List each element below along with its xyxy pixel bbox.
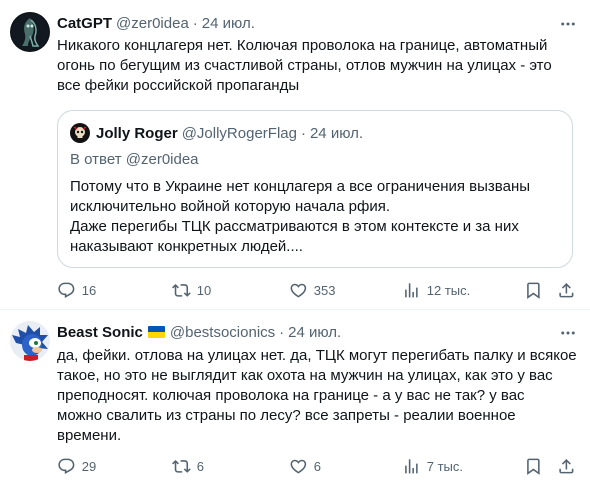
skull-avatar-image <box>70 123 90 143</box>
quoted-author-name[interactable]: Jolly Roger <box>96 125 178 142</box>
quoted-tweet[interactable]: Jolly Roger @JollyRogerFlag · 24 июл. В … <box>57 110 573 268</box>
share-button[interactable] <box>557 280 576 300</box>
separator-dot: · <box>300 124 306 142</box>
views-count: 12 тыс. <box>426 282 471 298</box>
more-horizontal-icon <box>561 22 575 26</box>
heart-icon <box>290 283 307 298</box>
views-button[interactable]: 7 тыс. <box>402 456 463 476</box>
tweet-actions: 16 10 353 12 тыс. <box>57 280 579 300</box>
author-handle[interactable]: @zer0idea <box>116 15 189 32</box>
author-name[interactable]: Beast Sonic <box>57 324 143 341</box>
heart-icon <box>290 459 307 474</box>
like-count: 353 <box>313 282 336 298</box>
more-options-button[interactable] <box>558 14 578 34</box>
repost-arrows-icon <box>172 283 191 297</box>
tweet-header: CatGPT @zer0idea · 24 июл. <box>57 13 255 33</box>
repost-count: 10 <box>196 282 212 298</box>
quoted-header: Jolly Roger @JollyRogerFlag · 24 июл. <box>96 124 363 142</box>
reply-button[interactable]: 29 <box>57 456 96 476</box>
tweet-text-line: огонь по бегущим из счастливой страны, о… <box>57 57 552 74</box>
author-handle[interactable]: @bestsocionics <box>170 324 275 341</box>
avatar-image <box>10 12 50 52</box>
tweet-text-line: да, фейки. отлова на улицах нет. да, ТЦК… <box>57 347 577 364</box>
share-upload-icon <box>559 458 574 474</box>
repost-button[interactable]: 6 <box>172 456 204 476</box>
tweet-header: Beast Sonic @bestsocionics · 24 июл. <box>57 322 341 342</box>
tweet[interactable]: CatGPT @zer0idea · 24 июл. Никакого конц… <box>0 0 590 309</box>
like-button[interactable]: 6 <box>289 456 321 476</box>
like-button[interactable]: 353 <box>289 280 335 300</box>
bookmark-button[interactable] <box>524 456 543 476</box>
avatar[interactable] <box>10 12 50 52</box>
views-button[interactable]: 12 тыс. <box>402 280 470 300</box>
tweet-date[interactable]: 24 июл. <box>202 15 255 32</box>
author-name[interactable]: CatGPT <box>57 15 112 32</box>
bookmark-icon <box>527 282 540 299</box>
tweet-date[interactable]: 24 июл. <box>288 324 341 341</box>
more-options-button[interactable] <box>558 323 578 343</box>
bookmark-button[interactable] <box>524 280 543 300</box>
reply-bubble-icon <box>58 458 75 474</box>
views-count: 7 тыс. <box>426 458 464 474</box>
reply-count: 16 <box>81 282 97 298</box>
tweet-actions: 29 6 6 7 тыс. <box>57 456 579 476</box>
tweet-text-line: можно свалить из страны по лесу? все зап… <box>57 407 516 424</box>
tweet-text-line: времени. <box>57 427 122 444</box>
tweet[interactable]: Beast Sonic @bestsocionics · 24 июл. да,… <box>0 309 590 488</box>
quoted-text: Потому что в Украине нет концлагеря а вс… <box>70 177 560 257</box>
ukraine-flag-icon <box>147 326 165 338</box>
tweet-text-line: преподносят. колючая проволока на границ… <box>57 387 525 404</box>
reply-count: 29 <box>81 458 97 474</box>
share-upload-icon <box>559 282 574 298</box>
views-bar-chart-icon <box>405 458 418 474</box>
tweet-text-line: все фейки российской пропаганды <box>57 77 300 94</box>
tweet-text: Никакого концлагеря нет. Колючая проволо… <box>57 36 577 96</box>
reply-prefix: В ответ <box>70 151 122 168</box>
quoted-text-line: наказывают конкретных людей.... <box>70 238 303 255</box>
quoted-author-handle[interactable]: @JollyRogerFlag <box>182 125 297 142</box>
quoted-date[interactable]: 24 июл. <box>310 125 363 142</box>
bookmark-icon <box>527 458 540 475</box>
quoted-text-line: исключительно войной которую начала рфия… <box>70 198 391 215</box>
separator-dot: · <box>192 14 198 32</box>
reply-mention[interactable]: @zer0idea <box>126 151 199 168</box>
repost-count: 6 <box>196 458 204 474</box>
avatar[interactable] <box>10 321 50 361</box>
reply-context: В ответ @zer0idea <box>70 151 199 168</box>
quoted-text-line: Даже перегибы ТЦК рассматриваются в этом… <box>70 218 519 235</box>
reply-button[interactable]: 16 <box>57 280 96 300</box>
separator-dot: · <box>279 323 285 341</box>
quoted-avatar[interactable] <box>70 123 90 143</box>
like-count: 6 <box>313 458 321 474</box>
tweet-text-line: Никакого концлагеря нет. Колючая проволо… <box>57 37 548 54</box>
share-button[interactable] <box>557 456 576 476</box>
tweet-text: да, фейки. отлова на улицах нет. да, ТЦК… <box>57 346 577 446</box>
avatar-image <box>10 321 50 361</box>
repost-arrows-icon <box>172 459 191 473</box>
views-bar-chart-icon <box>405 282 418 298</box>
repost-button[interactable]: 10 <box>172 280 211 300</box>
reply-bubble-icon <box>58 282 75 298</box>
more-horizontal-icon <box>561 331 575 335</box>
tweet-text-line: такое, но это не выглядит как охота на м… <box>57 367 553 384</box>
quoted-text-line: Потому что в Украине нет концлагеря а вс… <box>70 178 531 195</box>
